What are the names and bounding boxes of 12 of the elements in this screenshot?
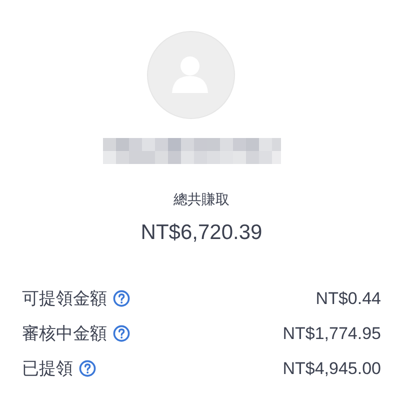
total-earned-amount: NT$6,720.39 <box>140 220 262 246</box>
help-icon[interactable] <box>113 290 130 307</box>
balance-label: 已提領 <box>22 358 73 380</box>
total-earned-label: 總共賺取 <box>174 190 230 208</box>
balance-label: 可提領金額 <box>22 288 107 310</box>
balance-amount: NT$1,774.95 <box>282 324 381 344</box>
help-icon[interactable] <box>79 360 96 377</box>
balance-label: 審核中金額 <box>22 323 107 345</box>
help-icon[interactable] <box>113 325 130 342</box>
balance-amount: NT$0.44 <box>316 288 381 308</box>
avatar-icon <box>146 31 234 119</box>
balance-amount: NT$4,945.00 <box>282 358 381 378</box>
